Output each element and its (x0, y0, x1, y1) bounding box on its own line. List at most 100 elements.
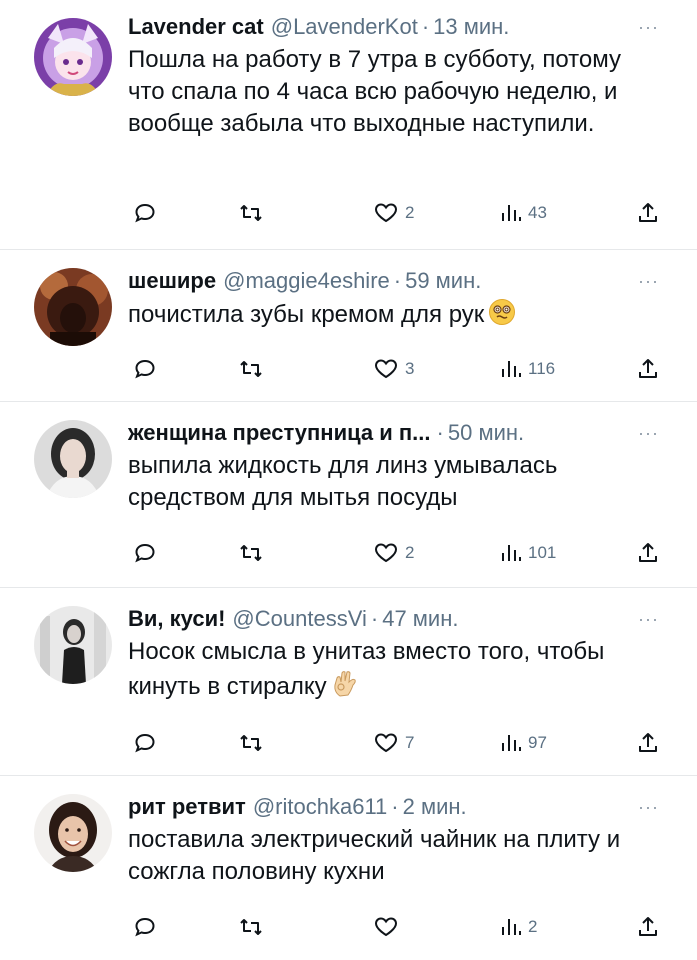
tweet-actions: 7 97 (128, 728, 667, 758)
retweet-button[interactable] (238, 538, 264, 568)
share-button[interactable] (636, 728, 660, 758)
separator-dot: · (421, 14, 430, 39)
reply-icon (135, 359, 155, 379)
heart-icon (374, 543, 398, 563)
views-icon (502, 545, 521, 561)
tweet[interactable]: рит ретвит @ritochka611 · 2 мин. ··· пос… (0, 776, 697, 960)
views-icon (502, 919, 521, 935)
views-button[interactable]: 97 (500, 728, 547, 758)
heart-icon (374, 359, 398, 379)
tweet-actions: 2 (128, 912, 667, 942)
views-button[interactable]: 2 (500, 912, 537, 942)
more-options-icon[interactable]: ··· (638, 610, 659, 628)
tweet-text-content: поставила электрический чайник на плиту … (128, 826, 621, 885)
views-icon (502, 205, 521, 221)
timestamp[interactable]: 13 мин. (433, 12, 509, 42)
like-button[interactable]: 2 (373, 198, 414, 228)
share-button[interactable] (636, 354, 660, 384)
smiling-woman-avatar-image (34, 794, 112, 872)
reply-button[interactable] (133, 728, 157, 758)
reply-icon (135, 733, 155, 753)
tweet[interactable]: шешире @maggie4eshire · 59 мин. ··· почи… (0, 250, 697, 402)
retweet-icon (240, 361, 262, 377)
author-name[interactable]: женщина преступница и п... (128, 418, 431, 448)
retweet-button[interactable] (238, 198, 264, 228)
avatar[interactable] (34, 268, 112, 346)
avatar[interactable] (34, 794, 112, 872)
like-button[interactable]: 2 (373, 538, 414, 568)
views-button[interactable]: 116 (500, 354, 555, 384)
more-options-icon[interactable]: ··· (638, 18, 659, 36)
author-name[interactable]: рит ретвит (128, 792, 246, 822)
like-button[interactable] (373, 912, 405, 942)
view-count: 116 (528, 359, 556, 378)
woman-portrait-avatar-image (34, 420, 112, 498)
author-name[interactable]: шешире (128, 266, 216, 296)
tweet[interactable]: Ви, куси! @CountessVi · 47 мин. ··· Носо… (0, 588, 697, 776)
author-name[interactable]: Lavender cat (128, 12, 264, 42)
tweet-actions: 3 116 (128, 354, 667, 384)
avatar[interactable] (34, 420, 112, 498)
share-icon (639, 733, 657, 752)
share-button[interactable] (636, 538, 660, 568)
tweet-text-content: Носок смысла в унитаз вместо того, чтобы… (128, 638, 605, 700)
like-count: 2 (405, 543, 415, 562)
views-icon (502, 735, 521, 751)
timestamp[interactable]: 50 мин. (448, 418, 524, 448)
like-button[interactable]: 3 (373, 354, 414, 384)
share-icon (639, 203, 657, 222)
separator-dot: · (370, 606, 379, 631)
tweet-text: Носок смысла в унитаз вместо того, чтобы… (128, 636, 628, 707)
author-handle[interactable]: @CountessVi (232, 604, 366, 634)
retweet-button[interactable] (238, 354, 264, 384)
share-icon (639, 543, 657, 562)
share-button[interactable] (636, 198, 660, 228)
more-options-icon[interactable]: ··· (638, 424, 659, 442)
timestamp[interactable]: 2 мин. (403, 792, 467, 822)
tweet-feed: Lavender cat @LavenderKot · 13 мин. ··· … (0, 0, 697, 960)
timestamp[interactable]: 59 мин. (405, 266, 481, 296)
share-icon (639, 917, 657, 936)
views-button[interactable]: 43 (500, 198, 547, 228)
reply-button[interactable] (133, 538, 157, 568)
retweet-icon (240, 919, 262, 935)
author-handle[interactable]: @maggie4eshire (223, 266, 390, 296)
view-count: 97 (528, 733, 547, 752)
more-options-icon[interactable]: ··· (638, 272, 659, 290)
views-button[interactable]: 101 (500, 538, 556, 568)
reply-button[interactable] (133, 354, 157, 384)
more-options-icon[interactable]: ··· (638, 798, 659, 816)
avatar[interactable] (34, 606, 112, 684)
retweet-button[interactable] (238, 912, 264, 942)
like-count: 2 (405, 203, 415, 222)
reply-icon (135, 917, 155, 937)
tweet-text: почистила зубы кремом для рук (128, 298, 667, 335)
tweet-text: выпила жидкость для линз умывалась средс… (128, 450, 673, 514)
tweet-text-content: Пошла на работу в 7 утра в субботу, пото… (128, 46, 621, 137)
view-count: 2 (528, 917, 538, 936)
heart-icon (374, 733, 398, 753)
retweet-icon (240, 545, 262, 561)
author-handle[interactable]: @LavenderKot (271, 12, 418, 42)
separator-dot: · (393, 268, 402, 293)
share-button[interactable] (636, 912, 660, 942)
author-handle[interactable]: @ritochka611 (253, 792, 387, 822)
tweet[interactable]: Lavender cat @LavenderKot · 13 мин. ··· … (0, 0, 697, 250)
heart-icon (374, 917, 398, 937)
retweet-button[interactable] (238, 728, 264, 758)
like-count: 3 (405, 359, 415, 378)
separator-dot: · (436, 420, 444, 445)
author-name[interactable]: Ви, куси! (128, 604, 225, 634)
bw-photo-avatar-image (34, 606, 112, 684)
views-icon (502, 361, 521, 377)
retweet-icon (240, 735, 262, 751)
reply-button[interactable] (133, 912, 157, 942)
reply-icon (135, 543, 155, 563)
dark-portrait-avatar-image (34, 268, 112, 346)
timestamp[interactable]: 47 мин. (382, 604, 458, 634)
reply-icon (135, 203, 155, 223)
like-button[interactable]: 7 (373, 728, 414, 758)
reply-button[interactable] (133, 198, 157, 228)
avatar[interactable] (34, 18, 112, 96)
tweet[interactable]: женщина преступница и п... · 50 мин. ···… (0, 402, 697, 588)
